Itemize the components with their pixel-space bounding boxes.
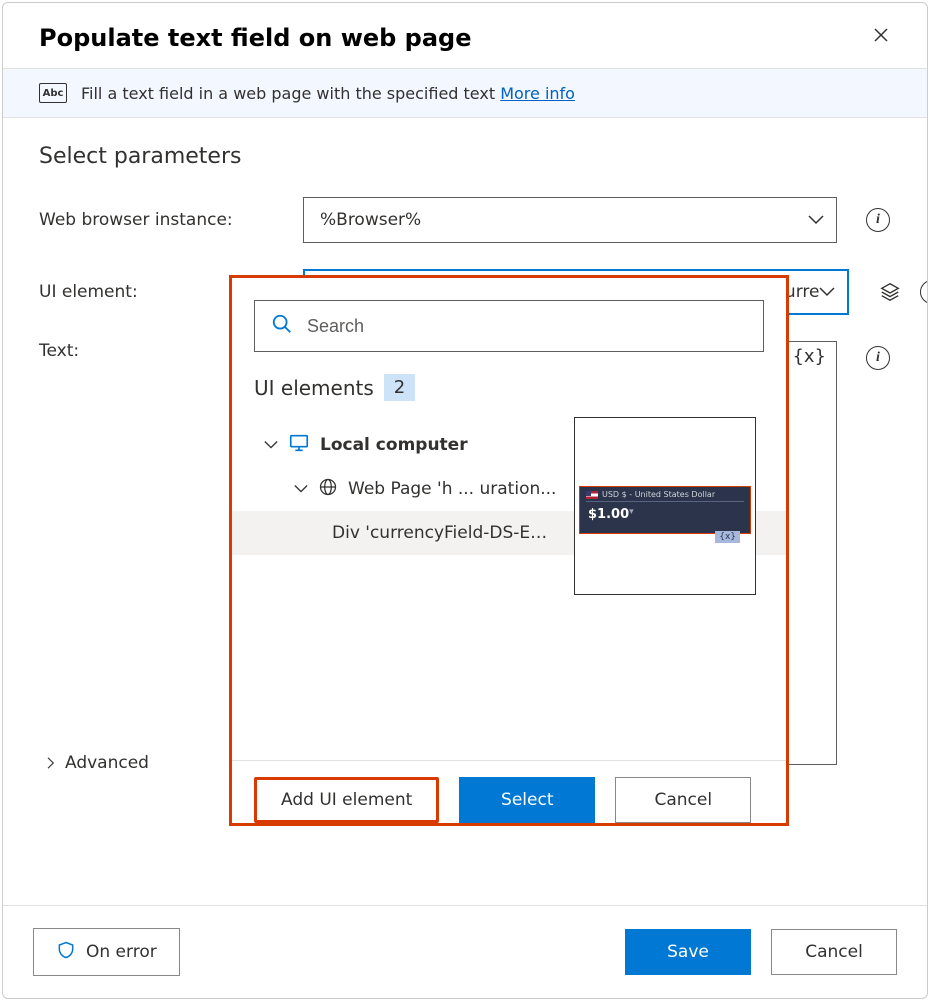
on-error-button[interactable]: On error (33, 928, 180, 976)
popup-footer: Add UI element Select Cancel (232, 760, 786, 823)
preview-currency-label: USD $ - United States Dollar (602, 490, 715, 499)
flag-icon (586, 491, 598, 499)
info-text-main: Fill a text field in a web page with the… (81, 84, 495, 103)
dialog-title: Populate text field on web page (39, 24, 472, 52)
preview-topbar: USD $ - United States Dollar (586, 490, 744, 502)
advanced-toggle[interactable]: Advanced (45, 753, 149, 773)
dialog-body: Select parameters Web browser instance: … (3, 118, 927, 905)
chevron-down-icon (808, 215, 824, 225)
ui-element-trailing: i (877, 279, 927, 305)
close-button[interactable] (865, 23, 897, 52)
cancel-button[interactable]: Cancel (771, 929, 897, 975)
browser-select[interactable]: %Browser% (303, 197, 837, 243)
dialog-header: Populate text field on web page (3, 3, 927, 68)
info-bar: Abc Fill a text field in a web page with… (3, 68, 927, 118)
abc-icon: Abc (39, 83, 67, 103)
text-info-icon[interactable]: i (865, 345, 891, 371)
search-box[interactable] (254, 300, 764, 352)
chevron-right-icon (45, 757, 57, 769)
globe-icon (318, 477, 338, 502)
element-preview: USD $ - United States Dollar $1.00▾ {x} (574, 417, 756, 595)
fx-variable-icon[interactable]: {x} (792, 346, 826, 367)
tree-label: Local computer (320, 435, 468, 455)
browser-trailing: i (865, 207, 891, 233)
ui-elements-title: UI elements (254, 376, 374, 400)
search-icon (271, 313, 293, 339)
ui-elements-tree: Local computer Web Page 'h ... uration..… (232, 423, 786, 752)
shield-icon (56, 940, 76, 965)
save-button[interactable]: Save (625, 929, 751, 975)
popup-cancel-button[interactable]: Cancel (615, 777, 751, 823)
on-error-label: On error (86, 942, 157, 962)
tree-label: Div 'currencyField-DS-En... (332, 523, 552, 543)
more-info-link[interactable]: More info (500, 84, 575, 103)
ui-elements-header: UI elements 2 (254, 374, 764, 401)
section-title: Select parameters (39, 144, 891, 169)
ui-element-picker-popup: UI elements 2 Local computer (229, 275, 789, 826)
tree-label: Web Page 'h ... uration... (348, 479, 556, 499)
monitor-icon (288, 432, 310, 459)
select-button[interactable]: Select (459, 777, 595, 823)
chevron-down-icon (819, 287, 835, 297)
chevron-down-icon (264, 440, 278, 450)
ui-elements-count: 2 (384, 374, 415, 401)
browser-value: %Browser% (320, 210, 421, 230)
browser-row: Web browser instance: %Browser% i (39, 197, 891, 243)
dialog-footer: On error Save Cancel (3, 905, 927, 998)
search-input[interactable] (305, 315, 747, 338)
chevron-down-icon (294, 484, 308, 494)
advanced-label: Advanced (65, 753, 149, 773)
layers-icon[interactable] (877, 279, 903, 305)
info-text: Fill a text field in a web page with the… (81, 84, 575, 103)
preview-amount: $1.00▾ (588, 507, 634, 522)
dialog: Populate text field on web page Abc Fill… (2, 2, 928, 999)
preview-content: USD $ - United States Dollar $1.00▾ {x} (579, 486, 751, 534)
ui-element-info-icon[interactable]: i (919, 279, 927, 305)
browser-info-icon[interactable]: i (865, 207, 891, 233)
browser-label: Web browser instance: (39, 210, 285, 230)
preview-fx-tag: {x} (715, 531, 740, 543)
add-ui-element-button[interactable]: Add UI element (254, 777, 439, 823)
